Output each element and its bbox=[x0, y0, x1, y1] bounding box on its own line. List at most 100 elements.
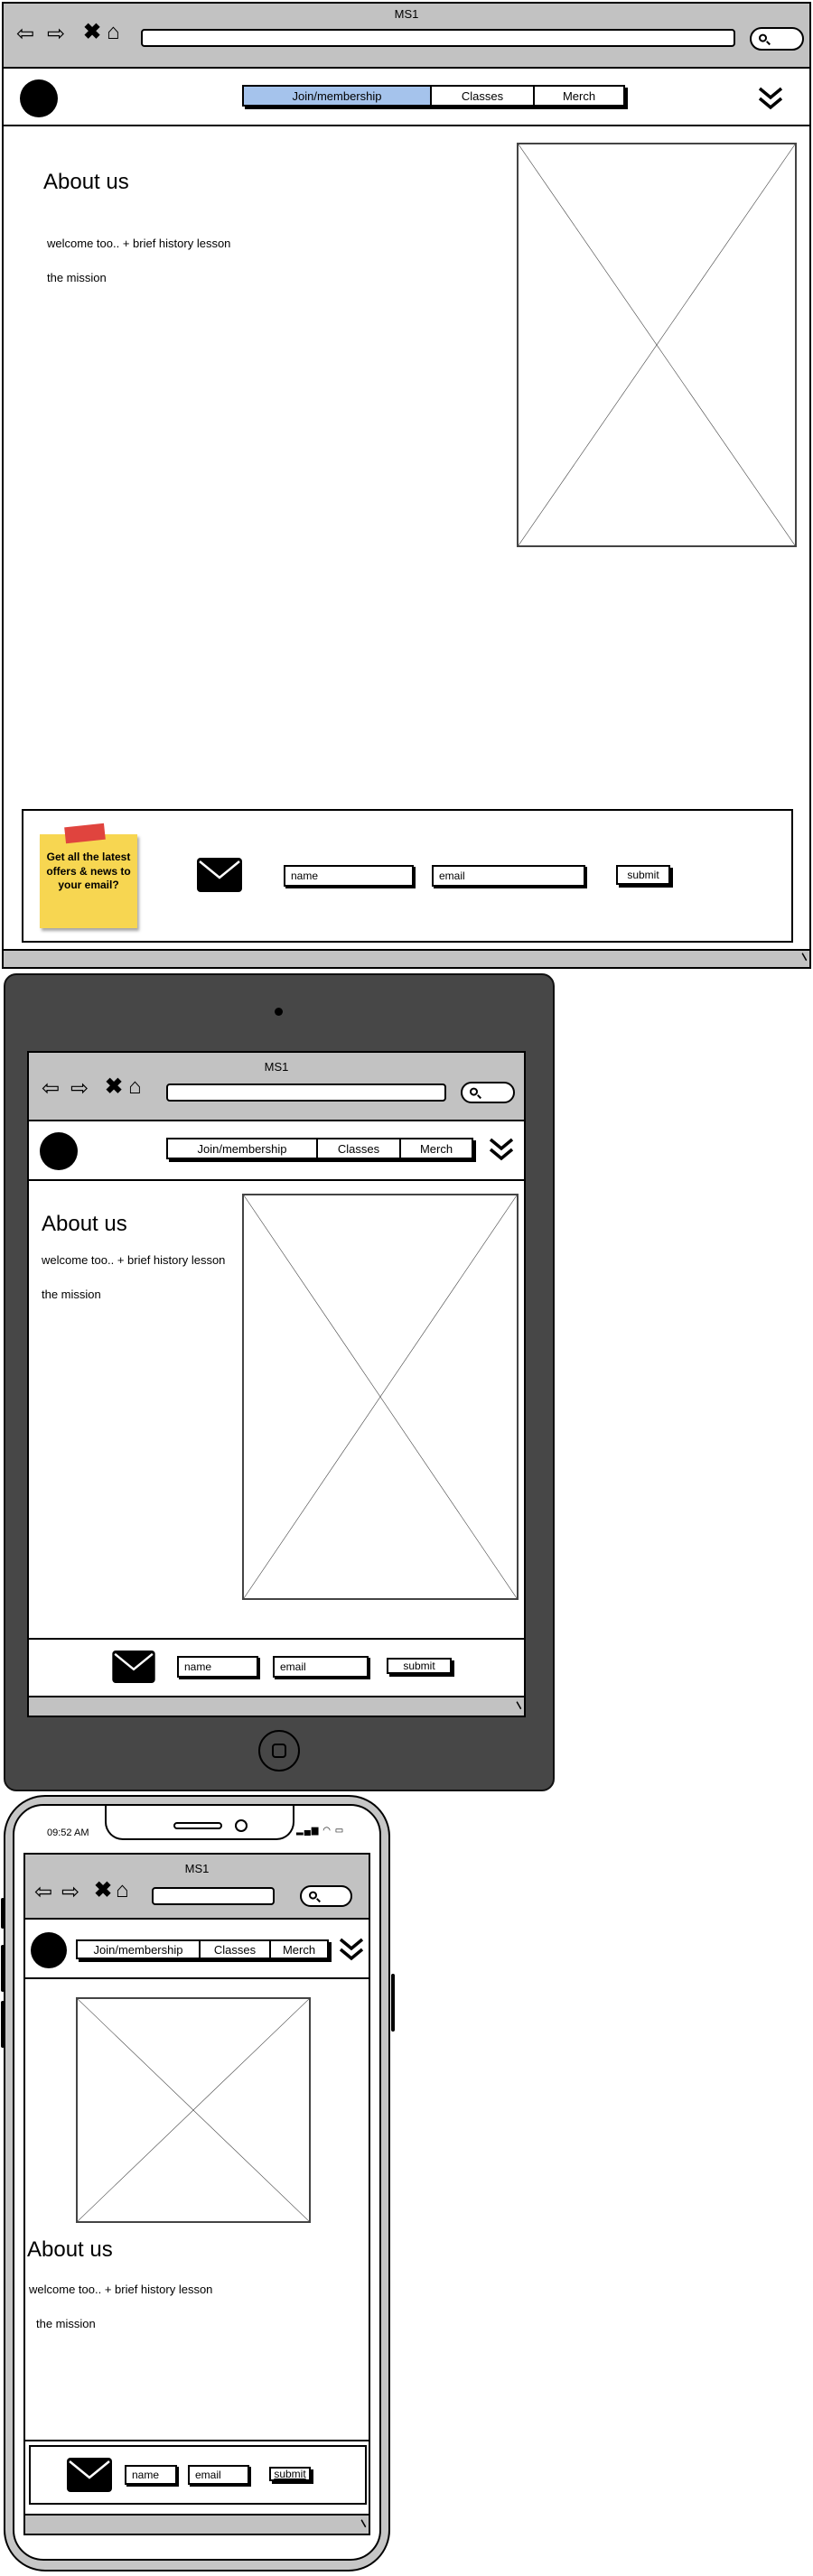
image-placeholder bbox=[517, 143, 797, 547]
newsletter-signup: Get all the latest offers & news to your… bbox=[22, 809, 793, 943]
about-intro-text: welcome too.. + brief history lesson bbox=[47, 237, 231, 250]
about-mission-text-phone: the mission bbox=[36, 2317, 96, 2330]
close-icon[interactable]: ✖ bbox=[94, 1880, 112, 1902]
email-field-phone[interactable]: email bbox=[188, 2465, 249, 2485]
search-icon bbox=[759, 33, 767, 42]
envelope-icon bbox=[67, 2458, 112, 2492]
site-logo-tablet[interactable] bbox=[40, 1132, 78, 1170]
phone-power-button[interactable] bbox=[391, 1974, 395, 2032]
double-chevron-down-icon[interactable] bbox=[338, 1936, 365, 1963]
image-placeholder-tablet bbox=[242, 1194, 519, 1600]
sticky-tape bbox=[64, 823, 106, 844]
image-placeholder-phone bbox=[76, 1997, 311, 2223]
nav-divider-tablet bbox=[29, 1179, 524, 1181]
tab-merch[interactable]: Merch bbox=[535, 87, 623, 105]
forward-arrow-icon[interactable]: ⇨ bbox=[70, 1078, 89, 1100]
search-icon bbox=[309, 1891, 317, 1900]
about-heading: About us bbox=[43, 170, 129, 194]
home-icon[interactable]: ⌂ bbox=[107, 22, 120, 43]
phone-front-camera bbox=[235, 1819, 248, 1832]
window-title-tablet: MS1 bbox=[264, 1060, 289, 1074]
about-mission-text-tablet: the mission bbox=[42, 1288, 101, 1301]
resize-grip-icon[interactable]: /// bbox=[513, 1702, 523, 1712]
tab-classes[interactable]: Classes bbox=[432, 87, 535, 105]
site-logo-phone[interactable] bbox=[31, 1932, 67, 1968]
phone-speaker bbox=[173, 1822, 222, 1829]
status-time: 09:52 AM bbox=[47, 1827, 89, 1838]
about-intro-text-tablet: welcome too.. + brief history lesson bbox=[42, 1253, 226, 1267]
close-icon[interactable]: ✖ bbox=[105, 1076, 123, 1098]
phone-statusbar: /// bbox=[25, 2514, 369, 2534]
resize-grip-icon[interactable]: /// bbox=[799, 953, 808, 963]
address-bar-tablet[interactable] bbox=[166, 1083, 446, 1102]
desktop-browser-window: MS1 ⇦ ⇨ ✖ ⌂ Join/membership Classes Merc… bbox=[2, 2, 811, 969]
sticky-note-text: Get all the latest offers & news to your… bbox=[46, 851, 131, 892]
back-arrow-icon[interactable]: ⇦ bbox=[34, 1882, 52, 1903]
email-field[interactable]: email bbox=[432, 865, 585, 887]
search-field-phone[interactable] bbox=[300, 1885, 352, 1907]
back-arrow-icon[interactable]: ⇦ bbox=[42, 1078, 60, 1100]
back-arrow-icon[interactable]: ⇦ bbox=[16, 23, 34, 45]
status-icons: ▂▄▆ ◠ ▭ bbox=[296, 1826, 345, 1836]
site-logo[interactable] bbox=[20, 79, 58, 117]
resize-grip-icon[interactable]: /// bbox=[358, 2520, 368, 2530]
email-field-tablet[interactable]: email bbox=[273, 1656, 369, 1678]
forward-arrow-icon[interactable]: ⇨ bbox=[61, 1882, 79, 1903]
main-nav-tabs-phone: Join/membership Classes Merch bbox=[76, 1939, 329, 1959]
name-field-tablet[interactable]: name bbox=[177, 1656, 258, 1678]
phone-browser-window: MS1 ⇦ ⇨ ✖ ⌂ Join/membership Classes Merc… bbox=[23, 1853, 370, 2535]
tablet-camera bbox=[275, 1008, 283, 1016]
phone-volume-down-button[interactable] bbox=[1, 2001, 5, 2048]
envelope-icon bbox=[197, 858, 242, 892]
newsletter-signup-phone: name email submit bbox=[29, 2445, 367, 2505]
footer-divider-tablet bbox=[29, 1638, 524, 1640]
main-nav-tabs-tablet: Join/membership Classes Merch bbox=[166, 1138, 473, 1159]
tablet-statusbar: /// bbox=[29, 1696, 524, 1716]
phone-screen: 09:52 AM ▂▄▆ ◠ ▭ MS1 ⇦ ⇨ ✖ ⌂ Join/member… bbox=[13, 1804, 381, 2561]
tab-join-membership[interactable]: Join/membership bbox=[78, 1941, 201, 1958]
search-field[interactable] bbox=[750, 27, 804, 51]
home-icon[interactable]: ⌂ bbox=[128, 1076, 142, 1098]
nav-divider bbox=[4, 125, 809, 126]
tab-merch[interactable]: Merch bbox=[271, 1941, 327, 1958]
footer-divider-phone bbox=[25, 2440, 369, 2441]
double-chevron-down-icon[interactable] bbox=[488, 1136, 515, 1163]
search-field-tablet[interactable] bbox=[461, 1082, 515, 1103]
submit-button-tablet[interactable]: submit bbox=[387, 1658, 452, 1674]
about-mission-text: the mission bbox=[47, 271, 107, 284]
tab-join-membership[interactable]: Join/membership bbox=[244, 87, 432, 105]
tab-classes[interactable]: Classes bbox=[318, 1139, 401, 1158]
sticky-note: Get all the latest offers & news to your… bbox=[40, 823, 137, 928]
tablet-titlebar: MS1 ⇦ ⇨ ✖ ⌂ bbox=[29, 1053, 524, 1121]
desktop-titlebar: MS1 ⇦ ⇨ ✖ ⌂ bbox=[4, 4, 809, 69]
nav-divider-phone bbox=[25, 1977, 369, 1979]
double-chevron-down-icon[interactable] bbox=[757, 85, 784, 112]
main-nav-tabs: Join/membership Classes Merch bbox=[242, 85, 625, 107]
name-field-phone[interactable]: name bbox=[125, 2465, 177, 2485]
phone-volume-up-button[interactable] bbox=[1, 1945, 5, 1992]
tab-merch[interactable]: Merch bbox=[401, 1139, 472, 1158]
window-title-phone: MS1 bbox=[184, 1862, 210, 1875]
search-icon bbox=[470, 1087, 478, 1096]
phone-side-button[interactable] bbox=[1, 1898, 5, 1929]
address-bar[interactable] bbox=[141, 29, 735, 47]
envelope-icon bbox=[112, 1651, 155, 1683]
phone-notch bbox=[105, 1806, 294, 1840]
name-field[interactable]: name bbox=[284, 865, 414, 887]
about-intro-text-phone: welcome too.. + brief history lesson bbox=[29, 2283, 213, 2296]
about-heading-tablet: About us bbox=[42, 1212, 127, 1236]
phone-titlebar: MS1 ⇦ ⇨ ✖ ⌂ bbox=[25, 1855, 369, 1920]
tablet-home-button[interactable] bbox=[258, 1730, 300, 1772]
address-bar-phone[interactable] bbox=[152, 1887, 275, 1905]
close-icon[interactable]: ✖ bbox=[83, 22, 101, 43]
about-heading-phone: About us bbox=[27, 2237, 113, 2262]
desktop-statusbar: /// bbox=[4, 949, 809, 967]
forward-arrow-icon[interactable]: ⇨ bbox=[47, 23, 65, 45]
submit-button-phone[interactable]: submit bbox=[269, 2467, 311, 2481]
submit-button[interactable]: submit bbox=[616, 865, 670, 885]
home-icon[interactable]: ⌂ bbox=[116, 1880, 129, 1902]
window-title: MS1 bbox=[394, 7, 419, 21]
tab-classes[interactable]: Classes bbox=[201, 1941, 271, 1958]
tablet-browser-window: MS1 ⇦ ⇨ ✖ ⌂ Join/membership Classes Merc… bbox=[27, 1051, 526, 1717]
tab-join-membership[interactable]: Join/membership bbox=[168, 1139, 318, 1158]
